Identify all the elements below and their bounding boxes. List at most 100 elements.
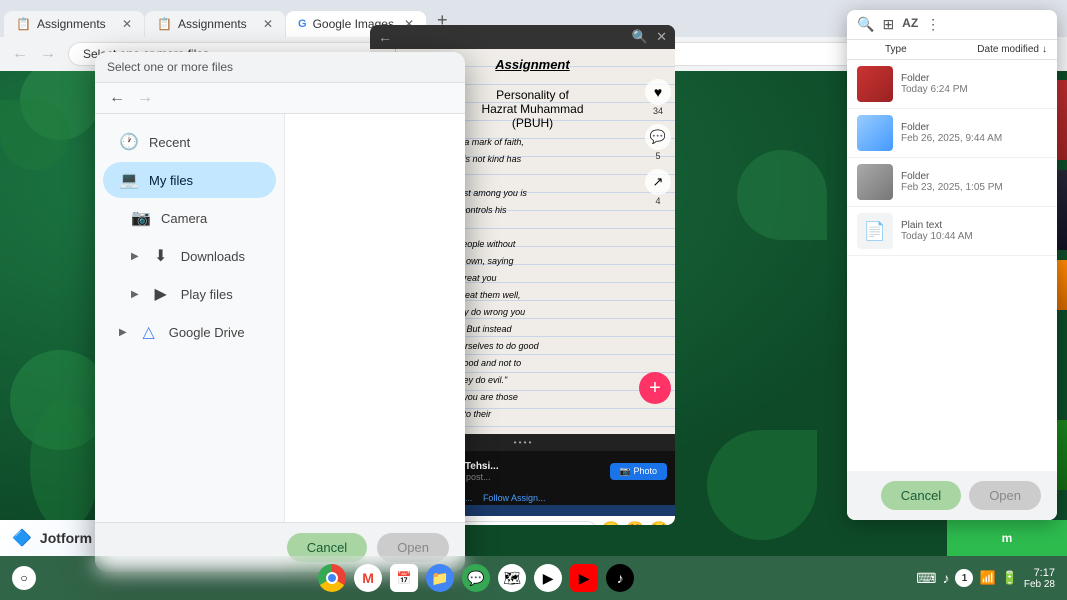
- taskbar-youtube[interactable]: ▶: [568, 562, 600, 594]
- date-time-display: 7:17 Feb 28: [1024, 567, 1055, 590]
- clover-decor-4: [30, 400, 100, 530]
- fp-back-button[interactable]: ←: [103, 87, 131, 109]
- search-icon[interactable]: 🔍: [857, 16, 874, 33]
- gp-list-item-2[interactable]: Folder Feb 26, 2025, 9:44 AM: [847, 109, 1057, 158]
- overlay-close-button[interactable]: ✕: [656, 29, 667, 45]
- item4-thumb: 📄: [857, 213, 893, 249]
- item2-type: Folder: [901, 122, 1047, 133]
- sidebar-item-camera-label: Camera: [161, 211, 207, 226]
- keyboard-icon[interactable]: ⌨: [916, 570, 936, 587]
- downloads-expand-arrow: ▶: [131, 251, 139, 262]
- taskbar-tiktok[interactable]: ♪: [604, 562, 636, 594]
- photo-follow-button[interactable]: 📷 Photo: [610, 463, 667, 480]
- item4-date: Today 10:44 AM: [901, 231, 1047, 242]
- taskbar-maps[interactable]: 🗺: [496, 562, 528, 594]
- nav-controls: ← →: [8, 43, 60, 65]
- green-btn-label: m: [1002, 531, 1013, 545]
- back-button[interactable]: ←: [8, 43, 32, 65]
- follow-assign-link[interactable]: Follow Assign...: [483, 493, 546, 503]
- taskbar-center: M 📅 📁 💬 🗺 ▶ ▶ ♪: [316, 562, 636, 594]
- sidebar-item-camera[interactable]: 📷 Camera: [103, 200, 276, 236]
- dialog-title: Select one or more files: [107, 60, 233, 74]
- sort-arrow-icon: ↓: [1042, 44, 1047, 55]
- clover-decor-2: [0, 100, 70, 170]
- comment-action[interactable]: 💬 5: [645, 124, 671, 161]
- item1-thumb: [857, 66, 893, 102]
- time-display: 7:17: [1034, 567, 1055, 579]
- like-count: 34: [653, 106, 663, 116]
- browser-tab-2[interactable]: 📋 Assignments ✕: [145, 11, 285, 37]
- fp-nav-row: ← →: [95, 83, 465, 114]
- fp-forward-button[interactable]: →: [131, 87, 159, 109]
- taskbar-left: ○: [12, 566, 36, 590]
- taskbar-files[interactable]: 📁: [424, 562, 456, 594]
- taskbar-play[interactable]: ▶: [532, 562, 564, 594]
- share-icon: ↗: [645, 169, 671, 195]
- tab2-close[interactable]: ✕: [263, 17, 273, 31]
- overlay-search-button[interactable]: 🔍: [632, 29, 648, 45]
- green-action-btn[interactable]: m: [947, 520, 1067, 556]
- taskbar-messages[interactable]: 💬: [460, 562, 492, 594]
- gp-cancel-button[interactable]: Cancel: [881, 481, 961, 510]
- like-action[interactable]: ♥ 34: [645, 79, 671, 116]
- item2-thumb: [857, 115, 893, 151]
- gp-file-list: Folder Today 6:24 PM Folder Feb 26, 2025…: [847, 60, 1057, 266]
- tab1-favicon: 📋: [16, 17, 31, 31]
- forward-button[interactable]: →: [36, 43, 60, 65]
- gp-list-item-3[interactable]: Folder Feb 23, 2025, 1:05 PM: [847, 158, 1057, 207]
- gmail-icon: M: [354, 564, 382, 592]
- tiktok-icon: ♪: [606, 564, 634, 592]
- sidebar-item-drive-label: Google Drive: [169, 325, 245, 340]
- sidebar-item-downloads-label: Downloads: [181, 249, 245, 264]
- gp-list-item-1[interactable]: Folder Today 6:24 PM: [847, 60, 1057, 109]
- calendar-icon: 📅: [390, 564, 418, 592]
- dialog-header: Select one or more files: [95, 52, 465, 83]
- item1-info: Folder Today 6:24 PM: [901, 73, 1047, 95]
- battery-icon: 🔋: [1002, 570, 1018, 586]
- grid-icon[interactable]: ⊞: [882, 16, 894, 33]
- gp-open-button[interactable]: Open: [969, 481, 1041, 510]
- item4-info: Plain text Today 10:44 AM: [901, 220, 1047, 242]
- gp-list-item-4[interactable]: 📄 Plain text Today 10:44 AM: [847, 207, 1057, 256]
- jotform-icon: 🔷: [12, 528, 32, 548]
- browser-tab-1[interactable]: 📋 Assignments ✕: [4, 11, 144, 37]
- files-icon: 📁: [426, 564, 454, 592]
- comment-icon: 💬: [645, 124, 671, 150]
- my-files-icon: 💻: [119, 170, 139, 190]
- tab2-label: Assignments: [178, 17, 247, 31]
- sort-az-icon[interactable]: AZ: [902, 16, 918, 33]
- chrome-circle-icon[interactable]: ○: [12, 566, 36, 590]
- sidebar-item-downloads[interactable]: ▶ ⬇ Downloads: [103, 238, 276, 274]
- col-date-header[interactable]: Date modified ↓: [977, 44, 1047, 55]
- sidebar-item-play-label: Play files: [181, 287, 233, 302]
- emoji-heart-eyes[interactable]: 😍: [625, 520, 645, 525]
- sidebar-item-my-files-label: My files: [149, 173, 193, 188]
- emoji-smile[interactable]: 😊: [601, 520, 621, 525]
- fp-sidebar: 🕐 Recent 💻 My files 📷 Camera ▶ ⬇ Downloa…: [95, 114, 285, 522]
- taskbar-chrome[interactable]: [316, 562, 348, 594]
- taskbar-calendar[interactable]: 📅: [388, 562, 420, 594]
- notification-badge[interactable]: 1: [955, 569, 973, 587]
- sidebar-item-my-files[interactable]: 💻 My files: [103, 162, 276, 198]
- sidebar-item-recent[interactable]: 🕐 Recent: [103, 124, 276, 160]
- emoji-laugh[interactable]: 😂: [649, 520, 669, 525]
- overlay-back-button[interactable]: ←: [378, 29, 392, 45]
- sidebar-item-play-files[interactable]: ▶ ▶ Play files: [103, 276, 276, 312]
- tab1-label: Assignments: [37, 17, 106, 31]
- add-fab-button[interactable]: +: [639, 372, 671, 404]
- downloads-icon: ⬇: [151, 246, 171, 266]
- sound-icon[interactable]: ♪: [942, 570, 949, 586]
- tab1-close[interactable]: ✕: [122, 17, 132, 31]
- overlay-controls: 🔍 ✕: [632, 29, 667, 45]
- social-actions-panel: ♥ 34 💬 5 ↗ 4: [645, 79, 671, 206]
- overlay-topbar: ← 🔍 ✕: [370, 25, 675, 49]
- tab2-favicon: 📋: [157, 17, 172, 31]
- item4-type: Plain text: [901, 220, 1047, 231]
- more-icon[interactable]: ⋮: [926, 16, 940, 33]
- share-action[interactable]: ↗ 4: [645, 169, 671, 206]
- sidebar-item-google-drive[interactable]: ▶ △ Google Drive: [103, 314, 276, 350]
- item3-date: Feb 23, 2025, 1:05 PM: [901, 182, 1047, 193]
- taskbar-gmail[interactable]: M: [352, 562, 384, 594]
- share-count: 4: [655, 196, 660, 206]
- file-picker-dialog: Select one or more files ← → 🕐 Recent 💻 …: [95, 52, 465, 572]
